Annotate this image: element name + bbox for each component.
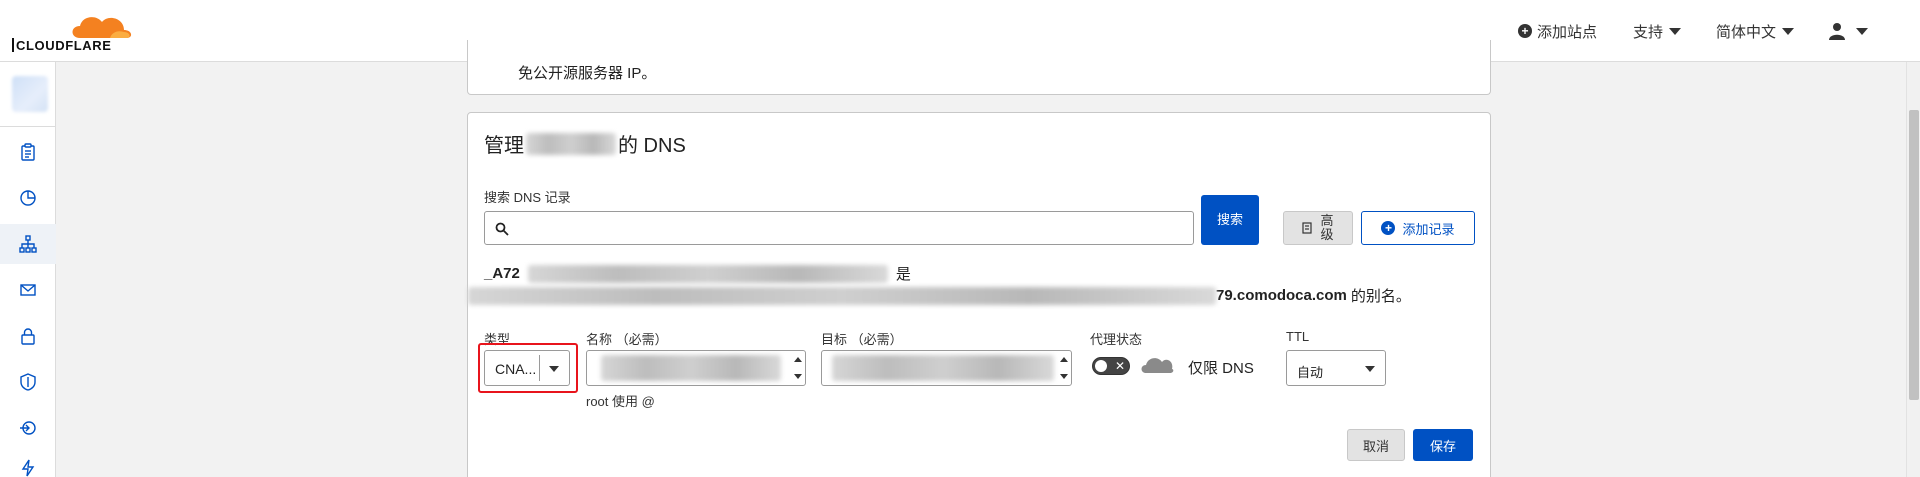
caret-down-icon <box>1782 27 1795 35</box>
cname-info-line-1: _A72 是 <box>484 263 911 284</box>
lightning-icon <box>21 459 35 477</box>
previous-card-text: 免公开源服务器 IP。 <box>518 65 657 82</box>
sidebar-item-email[interactable] <box>0 270 56 310</box>
cname-info-line-2: 79.comodoca.com 的别名。 <box>468 285 1411 306</box>
search-label: 搜索 DNS 记录 <box>484 190 571 205</box>
add-site-label: 添加站点 <box>1537 23 1598 41</box>
email-icon <box>20 284 36 296</box>
textarea-scroll-arrows[interactable] <box>1059 355 1068 381</box>
traffic-icon <box>20 421 36 435</box>
support-label: 支持 <box>1633 23 1664 41</box>
name-hint: root 使用 @ <box>586 394 655 409</box>
page-title: 管理 的 DNS <box>484 129 686 158</box>
brand-name: CLOUDFLARE <box>16 38 112 53</box>
sidebar-item-speed[interactable] <box>0 448 56 477</box>
caret-down-icon <box>1365 366 1375 372</box>
plus-circle-icon: + <box>1518 24 1532 38</box>
cancel-button[interactable]: 取消 <box>1347 429 1405 461</box>
advanced-label: 高级 <box>1320 213 1334 242</box>
dns-icon <box>19 235 37 253</box>
shield-icon <box>20 373 36 391</box>
sidebar-item-security[interactable] <box>0 362 56 402</box>
page-scrollbar[interactable] <box>1906 62 1920 477</box>
redacted-domain <box>526 132 616 155</box>
lock-icon <box>21 328 35 345</box>
redacted-target-input-value <box>832 355 1054 381</box>
language-menu[interactable]: 简体中文 <box>1716 20 1795 42</box>
title-prefix: 管理 <box>484 135 524 157</box>
advanced-button[interactable]: 高级 <box>1283 211 1353 245</box>
info-line-2-suffix: 的别名。 <box>1350 288 1411 305</box>
sidebar-item-traffic[interactable] <box>0 408 56 448</box>
caret-down-icon <box>1856 27 1868 35</box>
previous-card: 免公开源服务器 IP。 <box>467 40 1491 95</box>
info-line-1-suffix: 是 <box>895 266 911 283</box>
toggle-knob <box>1095 360 1107 372</box>
search-button[interactable]: 搜索 <box>1201 195 1259 245</box>
left-sidebar <box>0 62 56 477</box>
sidebar-item-ssl[interactable] <box>0 316 56 356</box>
ttl-value: 自动 <box>1297 365 1324 380</box>
user-menu[interactable] <box>1828 20 1868 42</box>
redacted-record-name <box>527 264 888 283</box>
close-icon: ✕ <box>1115 359 1126 373</box>
user-icon <box>1829 23 1845 40</box>
support-menu[interactable]: 支持 <box>1633 20 1682 42</box>
search-icon <box>495 222 509 236</box>
caret-down-icon <box>1669 27 1682 35</box>
dns-search-input[interactable] <box>484 211 1194 245</box>
proxy-status-value: 仅限 DNS <box>1188 360 1254 377</box>
name-input[interactable] <box>586 350 806 386</box>
sidebar-item-analytics[interactable] <box>0 178 56 218</box>
add-record-label: 添加记录 <box>1402 221 1455 237</box>
title-suffix: 的 DNS <box>618 135 686 157</box>
analytics-icon <box>20 190 36 206</box>
language-label: 简体中文 <box>1716 23 1777 41</box>
redacted-name-value <box>601 355 781 381</box>
account-avatar[interactable] <box>12 76 48 112</box>
sidebar-divider <box>0 126 56 127</box>
target-input[interactable] <box>821 350 1072 386</box>
clipboard-icon <box>21 143 35 161</box>
add-record-button[interactable]: + 添加记录 <box>1361 211 1475 245</box>
proxy-status-label: 代理状态 <box>1090 332 1143 347</box>
dns-only-cloud-icon <box>1141 358 1174 373</box>
document-icon <box>1302 222 1312 234</box>
redacted-target-value <box>468 286 1216 305</box>
proxy-toggle[interactable]: ✕ <box>1092 357 1130 375</box>
target-domain: 79.comodoca.com <box>1216 287 1347 304</box>
save-button[interactable]: 保存 <box>1413 429 1473 461</box>
ttl-select[interactable]: 自动 <box>1286 350 1386 386</box>
ttl-label: TTL <box>1286 329 1310 344</box>
add-site-link[interactable]: + 添加站点 <box>1518 20 1597 42</box>
plus-circle-icon: + <box>1381 221 1396 235</box>
target-label: 目标 （必需） <box>821 332 903 347</box>
logo-bar <box>12 38 14 52</box>
cloudflare-logo[interactable]: CLOUDFLARE <box>12 10 132 53</box>
sidebar-item-dns[interactable] <box>0 224 56 264</box>
red-highlight-box <box>478 343 578 393</box>
name-label: 名称 （必需） <box>586 332 668 347</box>
dns-management-card: 管理 的 DNS 搜索 DNS 记录 搜索 高级 + 添加记录 _A72 是 7… <box>467 112 1491 477</box>
scrollbar-thumb[interactable] <box>1909 110 1919 400</box>
sidebar-item-overview[interactable] <box>0 132 56 172</box>
textarea-scroll-arrows[interactable] <box>793 355 802 381</box>
record-name-prefix: _A72 <box>484 265 520 282</box>
